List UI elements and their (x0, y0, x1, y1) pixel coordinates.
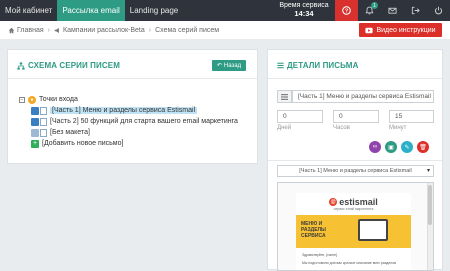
tab-email-campaigns[interactable]: Рассылка email (57, 0, 125, 21)
preview-hero-title: МЕНЮ И РАЗДЕЛЫ СЕРВИСА (301, 221, 326, 239)
breadcrumb-campaigns-label: Кампании рассылок-Beta (63, 26, 145, 34)
email-icon (31, 117, 39, 126)
email-details-title-text: ДЕТАЛИ ПИСЬМА (287, 61, 359, 70)
breadcrumb: Главная › Кампании рассылок-Beta › Схема… (0, 21, 450, 39)
back-arrow-icon: ↶ (216, 63, 222, 69)
link-button[interactable]: ∞ (369, 141, 381, 153)
hours-input[interactable]: 0 (333, 110, 379, 123)
messages-button[interactable] (381, 0, 404, 21)
email-icon (31, 128, 39, 137)
breadcrumb-separator: › (148, 26, 152, 34)
exit-button[interactable] (404, 0, 427, 21)
top-navigation: Мой кабинет Рассылка email Landing page … (0, 0, 450, 21)
template-select[interactable]: [Часть 1] Меню и разделы сервиса Estisma… (277, 165, 434, 177)
tree-item-email-2[interactable]: [Часть 2] 50 функций для старта вашего e… (31, 116, 238, 127)
preview-logo-text: estismail (339, 196, 378, 207)
tree-item-no-template[interactable]: [Без макета] (31, 127, 238, 138)
notification-badge: 1 (371, 2, 378, 9)
sitemap-icon (17, 61, 25, 70)
edit-button[interactable]: ✎ (401, 141, 413, 153)
document-icon (40, 106, 47, 115)
monitor-illustration (358, 219, 388, 241)
email-icon (31, 106, 39, 115)
breadcrumb-home-label: Главная (17, 26, 44, 34)
trash-icon: 🗑 (419, 144, 427, 151)
tab-landing-page[interactable]: Landing page (125, 0, 184, 21)
tree-item-label: [Без макета] (50, 129, 90, 136)
collapse-toggle-icon[interactable]: − (19, 96, 25, 103)
series-tree: − ● Точки входа [Часть 1] Меню и разделы… (19, 94, 238, 149)
video-instructions-label: Видео инструкции (376, 26, 436, 34)
estismail-logo-icon: @ (329, 197, 338, 206)
email-preview[interactable]: @ estismail сервис email маркетинга МЕНЮ… (277, 182, 434, 271)
menu-icon (281, 93, 288, 100)
days-label: Дней (277, 125, 292, 131)
preview-body-line: Мы подготовили для вас краткое описание … (302, 261, 397, 265)
home-icon (8, 27, 15, 33)
preview-body: Здравствуйте, {name} Мы подготовили для … (302, 253, 396, 266)
tree-root[interactable]: − ● Точки входа (19, 94, 238, 105)
tree-item-label: [Часть 2] 50 функций для старта вашего e… (50, 118, 238, 125)
breadcrumb-home[interactable]: Главная (8, 27, 44, 34)
subject-addon (277, 90, 292, 103)
tree-item-add-email[interactable]: + [Добавить новое письмо] (31, 138, 238, 149)
campaigns-icon (54, 27, 59, 33)
back-button[interactable]: ↶ Назад (212, 60, 246, 71)
save-button[interactable]: ▣ (385, 141, 397, 153)
tree-root-label: Точки входа (39, 96, 78, 103)
server-time: Время сервиса 14:34 (273, 0, 335, 21)
series-scheme-title-text: СХЕМА СЕРИИ ПИСЕМ (28, 61, 120, 70)
server-time-value: 14:34 (294, 9, 314, 18)
days-input[interactable]: 0 (277, 110, 323, 123)
help-button[interactable]: ? (335, 0, 358, 21)
tree-item-label: [Часть 1] Меню и разделы сервиса Estisma… (50, 107, 198, 114)
subject-input[interactable]: [Часть 1] Меню и разделы сервиса Estisma… (292, 90, 434, 103)
youtube-icon (365, 27, 374, 33)
hours-label: Часов (333, 125, 350, 131)
email-details-title: ДЕТАЛИ ПИСЬМА (268, 50, 442, 70)
help-icon: ? (342, 6, 351, 15)
entry-point-icon: ● (28, 95, 36, 104)
logout-icon (411, 6, 420, 15)
series-scheme-panel: СХЕМА СЕРИИ ПИСЕМ ↶ Назад − ● Точки вход… (7, 49, 258, 164)
section-divider (268, 160, 442, 161)
pencil-icon: ✎ (404, 144, 410, 151)
document-icon (40, 128, 47, 137)
svg-text:?: ? (345, 9, 348, 15)
preview-scrollbar[interactable] (427, 183, 433, 270)
scrollbar-thumb[interactable] (428, 185, 432, 225)
tree-item-label: [Добавить новое письмо] (42, 140, 124, 147)
panel-divider (268, 78, 442, 79)
save-icon: ▣ (388, 144, 394, 151)
breadcrumb-campaigns[interactable]: Кампании рассылок-Beta (54, 27, 145, 34)
caret-down-icon: ▾ (426, 168, 430, 174)
list-icon (277, 62, 284, 69)
minutes-input[interactable]: 15 (389, 110, 434, 123)
back-button-label: Назад (223, 62, 242, 69)
preview-hero: МЕНЮ И РАЗДЕЛЫ СЕРВИСА (296, 215, 411, 248)
panel-divider (8, 78, 257, 79)
document-icon (40, 117, 47, 126)
tree-item-email-1[interactable]: [Часть 1] Меню и разделы сервиса Estisma… (31, 105, 238, 116)
power-icon (434, 6, 443, 15)
hero-line: СЕРВИСА (301, 233, 326, 239)
envelope-icon (388, 7, 397, 14)
template-select-value: [Часть 1] Меню и разделы сервиса Estisma… (299, 168, 412, 174)
tab-my-account[interactable]: Мой кабинет (0, 0, 57, 21)
notifications-button[interactable]: 1 (358, 0, 381, 21)
breadcrumb-separator: › (47, 26, 50, 34)
breadcrumb-current: Схема серий писем (155, 26, 220, 34)
video-instructions-button[interactable]: Видео инструкции (359, 23, 442, 37)
minutes-label: Минут (389, 125, 407, 131)
link-icon: ∞ (372, 144, 378, 150)
delete-button[interactable]: 🗑 (417, 141, 429, 153)
preview-tagline: сервис email маркетинга (333, 207, 374, 211)
preview-greeting: Здравствуйте, {name} (302, 253, 338, 257)
email-details-panel: ДЕТАЛИ ПИСЬМА [Часть 1] Меню и разделы с… (267, 49, 443, 271)
preview-content: @ estismail сервис email маркетинга МЕНЮ… (296, 193, 411, 270)
power-button[interactable] (427, 0, 450, 21)
add-icon: + (31, 139, 39, 148)
